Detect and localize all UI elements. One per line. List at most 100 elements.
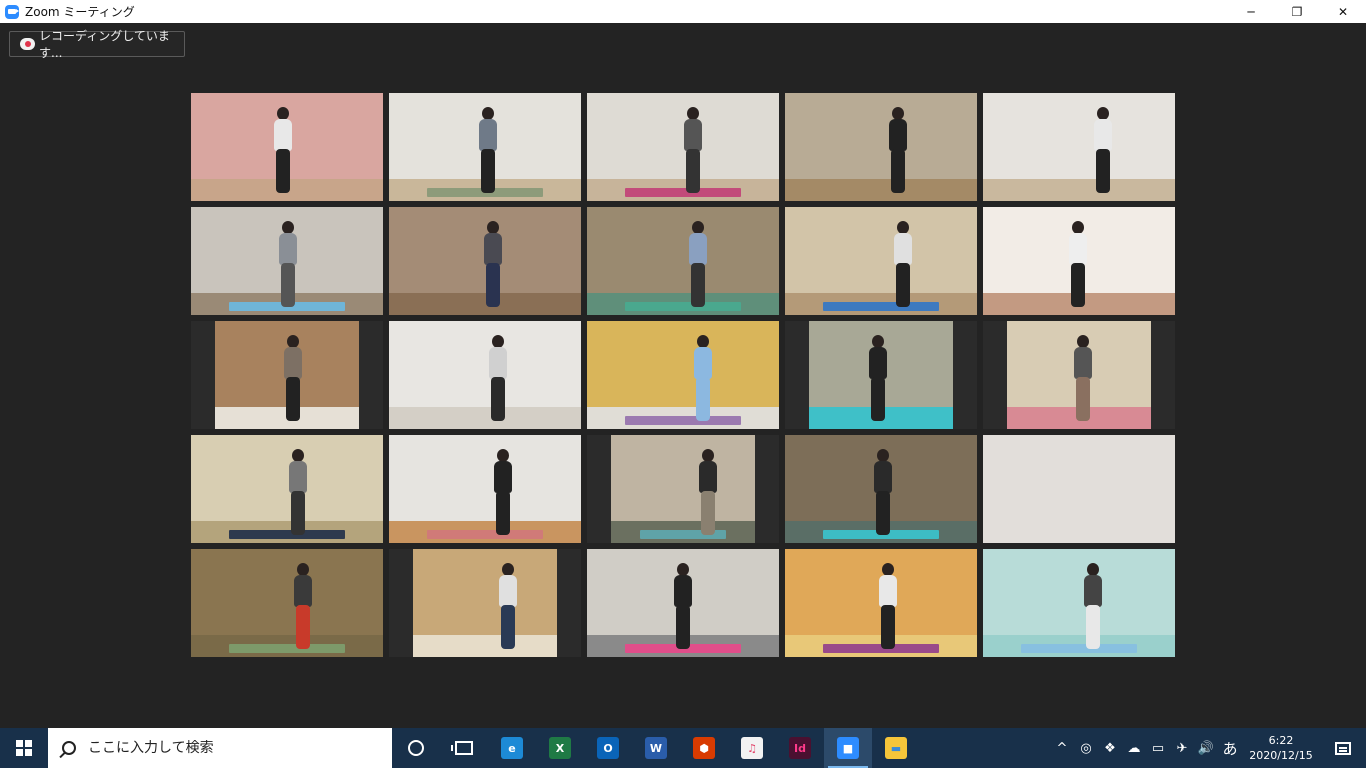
recording-indicator-button[interactable]: レコーディングしています... xyxy=(9,29,185,60)
participant-video-tile[interactable] xyxy=(191,93,383,201)
participant-figure xyxy=(877,563,899,651)
taskbar-itunes-button[interactable]: ♫ xyxy=(728,728,776,768)
participant-video-tile[interactable] xyxy=(389,207,581,315)
taskbar-office-button[interactable]: ⬢ xyxy=(680,728,728,768)
search-input[interactable] xyxy=(88,740,368,756)
minimize-button[interactable]: ─ xyxy=(1228,0,1274,23)
participant-video-tile[interactable] xyxy=(785,207,977,315)
meet-now-icon[interactable]: ◎ xyxy=(1074,728,1098,768)
participant-video-feed xyxy=(785,93,977,201)
participant-figure xyxy=(292,563,314,651)
participant-video-tile[interactable] xyxy=(785,93,977,201)
participant-video-tile[interactable] xyxy=(587,321,779,429)
title-bar: Zoom ミーティング ─ ❐ ✕ xyxy=(0,0,1366,23)
ime-indicator[interactable]: あ xyxy=(1218,728,1242,768)
excel-icon: X xyxy=(549,737,571,759)
participant-video-feed xyxy=(785,207,977,315)
participant-video-tile[interactable] xyxy=(983,93,1175,201)
participant-figure xyxy=(282,335,304,423)
participant-figure xyxy=(277,221,299,309)
office-icon: ⬢ xyxy=(693,737,715,759)
participant-video-tile[interactable] xyxy=(983,321,1175,429)
participant-video-tile[interactable] xyxy=(191,435,383,543)
dropbox-icon[interactable]: ❖ xyxy=(1098,728,1122,768)
taskbar-indesign-button[interactable]: Id xyxy=(776,728,824,768)
battery-icon[interactable]: ▭ xyxy=(1146,728,1170,768)
participant-video-tile[interactable] xyxy=(191,207,383,315)
taskbar-apps: e X O W ⬢ ♫ Id ■ ▬ xyxy=(392,728,920,768)
window-controls: ─ ❐ ✕ xyxy=(1228,0,1366,23)
participant-video-tile[interactable] xyxy=(785,321,977,429)
participant-figure xyxy=(692,335,714,423)
participant-video-tile[interactable] xyxy=(389,93,581,201)
participant-figure xyxy=(487,335,509,423)
taskbar-search-box[interactable] xyxy=(48,728,392,768)
taskbar-zoom-button[interactable]: ■ xyxy=(824,728,872,768)
taskbar-word-button[interactable]: W xyxy=(632,728,680,768)
onedrive-cloud-icon[interactable]: ☁ xyxy=(1122,728,1146,768)
zoom-app-icon xyxy=(5,4,19,19)
room-floor xyxy=(389,407,581,429)
participant-video-tile[interactable] xyxy=(785,549,977,657)
participant-video-feed xyxy=(191,207,383,315)
recording-label: レコーディングしています... xyxy=(39,29,170,60)
system-tray: ^ ◎ ❖ ☁ ▭ ✈ 🔊 あ 6:22 2020/12/15 xyxy=(1050,728,1366,768)
room-floor xyxy=(983,179,1175,201)
participant-figure xyxy=(477,107,499,195)
participant-figure xyxy=(1092,107,1114,195)
participant-video-tile[interactable] xyxy=(587,549,779,657)
participant-video-tile[interactable] xyxy=(983,549,1175,657)
close-button[interactable]: ✕ xyxy=(1320,0,1366,23)
windows-logo-icon xyxy=(16,740,32,756)
participant-video-feed xyxy=(191,435,383,543)
participant-video-feed xyxy=(587,549,779,657)
itunes-icon: ♫ xyxy=(741,737,763,759)
taskbar-outlook-button[interactable]: O xyxy=(584,728,632,768)
participant-video-tile[interactable] xyxy=(785,435,977,543)
participant-figure xyxy=(867,335,889,423)
task-view-icon xyxy=(451,741,473,755)
participant-figure xyxy=(887,107,909,195)
participant-video-tile[interactable] xyxy=(389,435,581,543)
participant-video-tile[interactable] xyxy=(587,93,779,201)
taskbar-edge-button[interactable]: e xyxy=(488,728,536,768)
participant-video-tile[interactable] xyxy=(587,207,779,315)
participant-video-feed xyxy=(1007,321,1151,429)
recording-icon xyxy=(20,38,36,50)
participant-video-feed xyxy=(785,435,977,543)
volume-icon[interactable]: 🔊 xyxy=(1194,728,1218,768)
taskbar-task-view-button[interactable] xyxy=(440,728,488,768)
meeting-area: レコーディングしています... xyxy=(0,23,1366,728)
participant-figure xyxy=(482,221,504,309)
participant-video-feed xyxy=(809,321,953,429)
participant-figure xyxy=(1072,335,1094,423)
participant-figure xyxy=(672,563,694,651)
taskbar-cortana-button[interactable] xyxy=(392,728,440,768)
participant-video-tile[interactable] xyxy=(191,321,383,429)
participant-video-tile[interactable] xyxy=(389,321,581,429)
taskbar-excel-button[interactable]: X xyxy=(536,728,584,768)
taskbar-clock[interactable]: 6:22 2020/12/15 xyxy=(1242,728,1320,768)
start-button[interactable] xyxy=(0,728,48,768)
participant-video-feed xyxy=(983,549,1175,657)
participant-figure xyxy=(287,449,309,537)
participant-video-tile[interactable] xyxy=(389,549,581,657)
participant-video-tile[interactable] xyxy=(983,207,1175,315)
participant-video-tile[interactable] xyxy=(191,549,383,657)
participant-video-tile[interactable] xyxy=(587,435,779,543)
airplane-mode-icon[interactable]: ✈ xyxy=(1170,728,1194,768)
action-center-button[interactable] xyxy=(1320,728,1366,768)
show-hidden-icons-chevron[interactable]: ^ xyxy=(1050,728,1074,768)
notification-icon xyxy=(1335,741,1351,755)
participant-video-feed xyxy=(389,435,581,543)
clock-date: 2020/12/15 xyxy=(1249,749,1313,762)
file-explorer-icon: ▬ xyxy=(885,737,907,759)
restore-button[interactable]: ❐ xyxy=(1274,0,1320,23)
taskbar-file-explorer-button[interactable]: ▬ xyxy=(872,728,920,768)
participant-figure xyxy=(687,221,709,309)
participant-video-tile[interactable] xyxy=(983,435,1175,543)
yoga-mat xyxy=(229,644,345,653)
participant-figure xyxy=(697,449,719,537)
participant-video-feed xyxy=(191,549,383,657)
participant-figure xyxy=(872,449,894,537)
